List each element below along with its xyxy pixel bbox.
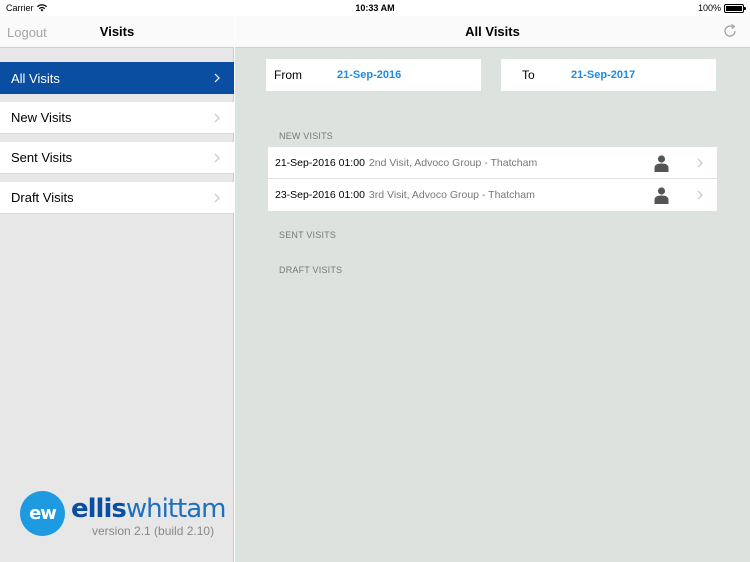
menu-item-label: Draft Visits xyxy=(11,190,74,205)
visit-row[interactable]: 21-Sep-2016 01:00 2nd Visit, Advoco Grou… xyxy=(268,147,717,179)
to-date-field[interactable]: To 21-Sep-2017 xyxy=(501,59,716,91)
chevron-right-icon xyxy=(697,190,703,200)
ellis-whittam-logo: ew elliswhittam version 2.1 (build 2.10) xyxy=(20,488,226,548)
visit-datetime: 23-Sep-2016 01:00 xyxy=(275,189,365,201)
to-label: To xyxy=(522,68,535,82)
detail-nav-bar: All Visits xyxy=(235,16,750,48)
chevron-right-icon xyxy=(214,193,220,203)
chevron-right-icon xyxy=(214,113,220,123)
refresh-icon[interactable] xyxy=(722,23,738,39)
draft-visits-header: DRAFT VISITS xyxy=(279,265,343,275)
visit-description: 3rd Visit, Advoco Group - Thatcham xyxy=(368,189,535,201)
menu-item-sent-visits[interactable]: Sent Visits xyxy=(0,142,234,174)
battery-icon xyxy=(724,3,746,13)
person-icon xyxy=(654,187,669,204)
logo-badge: ew xyxy=(20,491,65,536)
battery-indicator: 100% xyxy=(697,3,746,13)
logo-wordmark-light: whittam xyxy=(125,494,227,524)
visit-description: 2nd Visit, Advoco Group - Thatcham xyxy=(368,156,538,169)
master-panel: Logout Visits All Visits New Visits Sent… xyxy=(0,16,234,562)
app-version: version 2.1 (build 2.10) xyxy=(92,524,215,538)
master-title: Visits xyxy=(99,24,135,39)
visit-datetime: 21-Sep-2016 01:00 xyxy=(275,156,365,169)
from-label: From xyxy=(274,68,302,82)
menu-item-all-visits[interactable]: All Visits xyxy=(0,62,234,94)
detail-panel: All Visits From 21-Sep-2016 To 21-Sep-20… xyxy=(235,16,750,562)
logo-wordmark: elliswhittam xyxy=(71,494,227,524)
status-time: 10:33 AM xyxy=(355,3,395,13)
master-nav-bar: Logout Visits xyxy=(0,16,234,48)
visit-row[interactable]: 23-Sep-2016 01:00 3rd Visit, Advoco Grou… xyxy=(268,179,717,211)
menu-item-draft-visits[interactable]: Draft Visits xyxy=(0,182,234,214)
from-date-value: 21-Sep-2016 xyxy=(337,69,402,81)
menu-item-label: New Visits xyxy=(11,110,72,125)
sent-visits-header: SENT VISITS xyxy=(279,230,337,240)
battery-percent: 100% xyxy=(697,3,721,13)
new-visits-list: 21-Sep-2016 01:00 2nd Visit, Advoco Grou… xyxy=(268,147,717,211)
chevron-right-icon xyxy=(214,73,220,83)
to-date-value: 21-Sep-2017 xyxy=(571,69,636,81)
page-title: All Visits xyxy=(465,24,520,39)
status-bar: Carrier 10:33 AM 100% xyxy=(0,0,750,16)
from-date-field[interactable]: From 21-Sep-2016 xyxy=(266,59,481,91)
menu-item-new-visits[interactable]: New Visits xyxy=(0,102,234,134)
person-icon xyxy=(654,155,669,172)
new-visits-header: NEW VISITS xyxy=(279,131,334,141)
menu-item-label: All Visits xyxy=(11,70,60,86)
chevron-right-icon xyxy=(214,153,220,163)
logo-wordmark-bold: ellis xyxy=(71,494,127,524)
chevron-right-icon xyxy=(697,158,703,168)
menu-item-label: Sent Visits xyxy=(11,150,73,165)
